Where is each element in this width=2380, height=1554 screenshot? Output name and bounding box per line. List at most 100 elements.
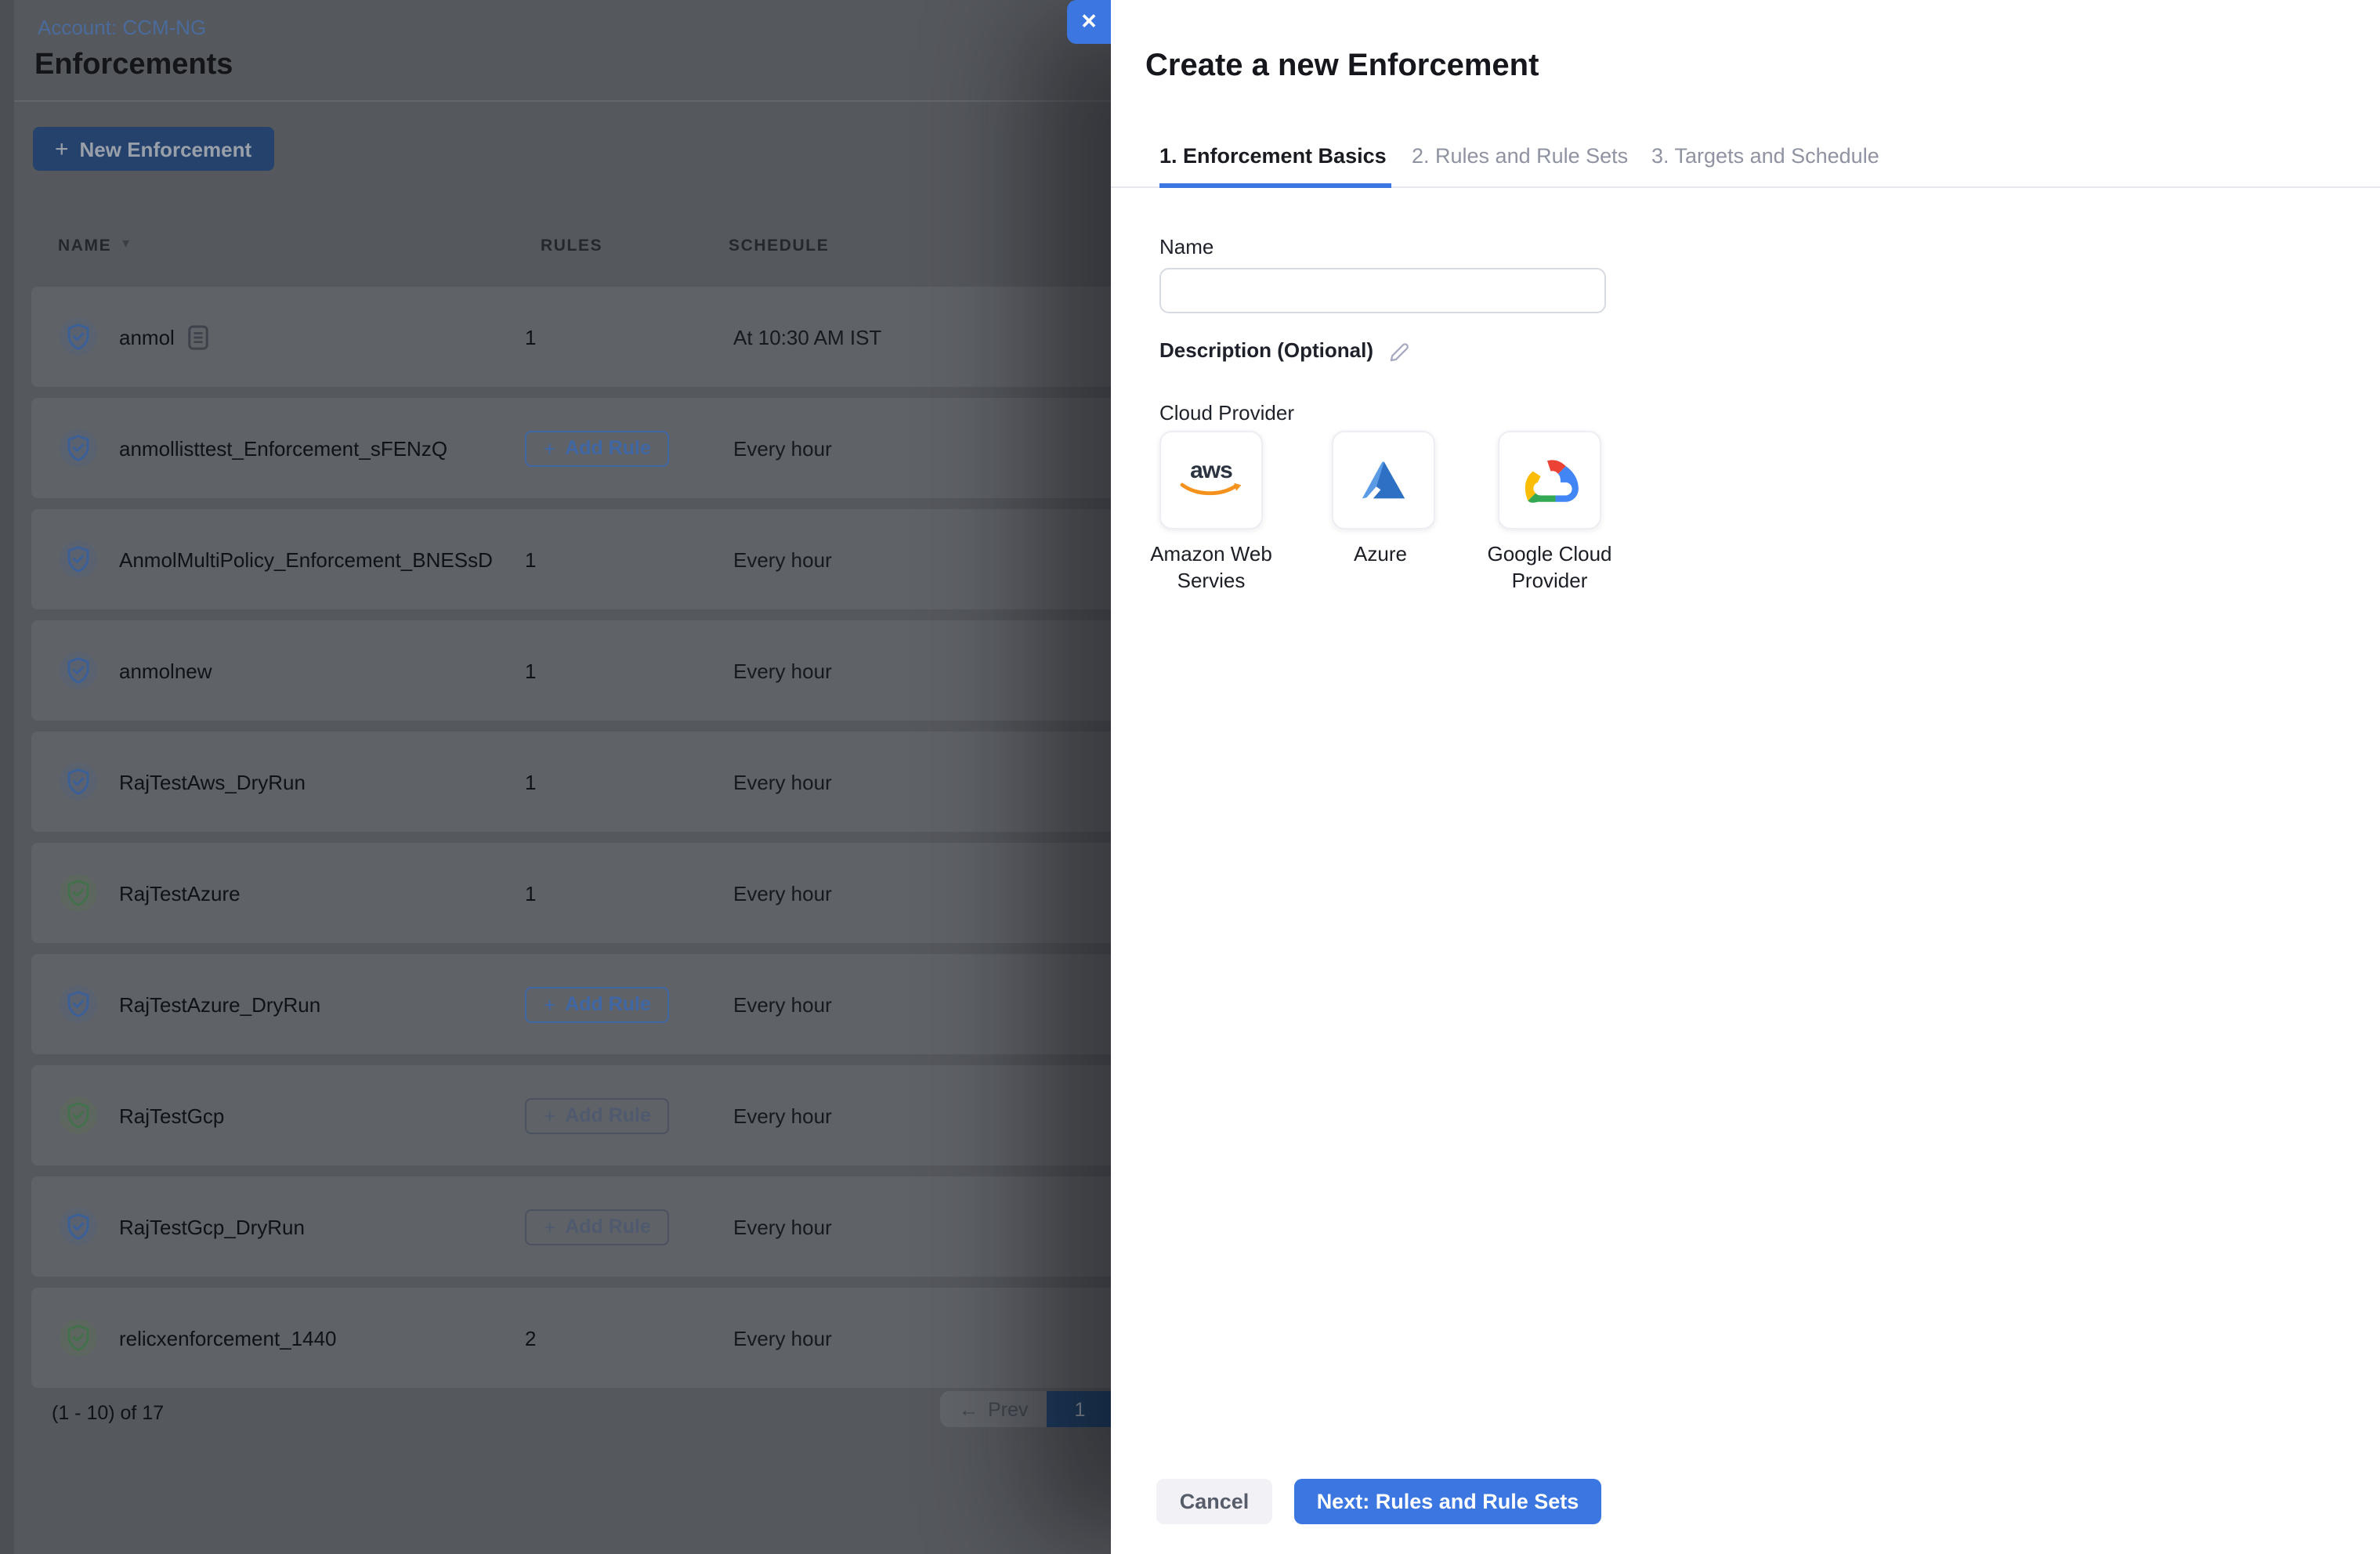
description-label: Description (Optional)	[1159, 338, 1373, 362]
table-row[interactable]: relicxenforcement_1440 2 Every hour	[31, 1288, 1191, 1388]
provider-card-gcp[interactable]	[1498, 431, 1601, 529]
edit-pencil-icon[interactable]	[1387, 338, 1409, 362]
schedule-text: Every hour	[733, 548, 832, 571]
table-row[interactable]: RajTestAzure 1 Every hour	[31, 843, 1191, 943]
schedule-text: Every hour	[733, 992, 832, 1016]
rules-count: 1	[525, 659, 537, 682]
table-row[interactable]: AnmolMultiPolicy_Enforcement_BNESsD 1 Ev…	[31, 509, 1191, 609]
add-rule-button[interactable]: + Add Rule	[525, 1209, 670, 1245]
shield-check-icon	[60, 318, 97, 356]
shield-check-icon	[60, 1097, 97, 1134]
prev-page-button[interactable]: ← Prev	[940, 1391, 1047, 1427]
rules-count: 1	[525, 770, 537, 793]
description-tooltip-icon[interactable]	[187, 323, 211, 350]
plus-icon: +	[55, 136, 69, 162]
table-row[interactable]: RajTestAws_DryRun 1 Every hour	[31, 732, 1191, 832]
aws-smile-arrow	[1180, 482, 1242, 496]
provider-label-gcp: Google Cloud Provider	[1487, 542, 1612, 592]
add-rule-label: Add Rule	[565, 1216, 651, 1238]
enforcement-name[interactable]: RajTestGcp	[119, 1104, 224, 1127]
aws-logo-icon: aws	[1180, 457, 1242, 500]
screen: Account: CCM-NG Enforcements + New Enfor…	[0, 0, 2380, 1554]
sort-caret-icon[interactable]: ▾	[122, 235, 131, 252]
rules-count: 1	[525, 325, 537, 349]
new-enforcement-button-label: New Enforcement	[79, 137, 252, 161]
column-header-schedule: SCHEDULE	[729, 237, 830, 255]
provider-card-aws[interactable]: aws	[1159, 431, 1263, 529]
next-button[interactable]: Next: Rules and Rule Sets	[1294, 1479, 1601, 1524]
schedule-text: At 10:30 AM IST	[733, 325, 882, 349]
provider-label-aws: Amazon Web Servies	[1150, 542, 1272, 592]
enforcement-table: anmol 1 At 10:30 AM IST anmollisttest_En…	[31, 287, 1191, 1388]
shield-check-icon	[60, 429, 97, 467]
rules-count: 2	[525, 1326, 537, 1350]
page-1-button[interactable]: 1	[1047, 1391, 1113, 1427]
aws-logo-text: aws	[1190, 457, 1233, 484]
column-header-name[interactable]: NAME	[58, 237, 111, 255]
tab-enforcement-basics[interactable]: 1. Enforcement Basics	[1159, 144, 1387, 168]
new-enforcement-button[interactable]: + New Enforcement	[33, 127, 274, 171]
rules-count: 1	[525, 881, 537, 905]
add-rule-button[interactable]: + Add Rule	[525, 430, 670, 466]
drawer-title: Create a new Enforcement	[1145, 49, 1539, 83]
arrow-left-icon: ←	[959, 1398, 978, 1420]
shield-check-icon	[60, 763, 97, 800]
schedule-text: Every hour	[733, 436, 832, 460]
enforcement-name[interactable]: relicxenforcement_1440	[119, 1326, 337, 1350]
plus-icon: +	[544, 1104, 556, 1127]
add-rule-button[interactable]: + Add Rule	[525, 986, 670, 1022]
schedule-text: Every hour	[733, 1326, 832, 1350]
tab-targets-and-schedule[interactable]: 3. Targets and Schedule	[1651, 144, 1879, 168]
breadcrumb-account-link[interactable]: Account: CCM-NG	[38, 16, 206, 39]
table-row[interactable]: anmolnew 1 Every hour	[31, 620, 1191, 721]
page-title: Enforcements	[34, 49, 233, 81]
enforcement-name[interactable]: anmollisttest_Enforcement_sFENzQ	[119, 436, 447, 460]
table-row[interactable]: anmollisttest_Enforcement_sFENzQ + Add R…	[31, 398, 1191, 498]
column-header-rules: RULES	[541, 237, 603, 255]
provider-card-azure[interactable]	[1332, 431, 1435, 529]
shield-check-icon	[60, 1319, 97, 1357]
schedule-text: Every hour	[733, 659, 832, 682]
add-rule-label: Add Rule	[565, 993, 651, 1015]
schedule-text: Every hour	[733, 770, 832, 793]
add-rule-label: Add Rule	[565, 1104, 651, 1126]
add-rule-button[interactable]: + Add Rule	[525, 1097, 670, 1133]
table-row[interactable]: RajTestGcp_DryRun + Add Rule Every hour	[31, 1176, 1191, 1277]
name-input[interactable]	[1159, 268, 1606, 313]
add-rule-label: Add Rule	[565, 437, 651, 459]
nav-rail	[0, 0, 14, 1554]
name-label: Name	[1159, 235, 1214, 258]
shield-check-icon	[60, 652, 97, 689]
schedule-text: Every hour	[733, 1104, 832, 1127]
enforcement-name[interactable]: anmol	[119, 325, 175, 349]
table-row[interactable]: anmol 1 At 10:30 AM IST	[31, 287, 1191, 387]
enforcement-name[interactable]: AnmolMultiPolicy_Enforcement_BNESsD	[119, 548, 493, 571]
pagination-range: (1 - 10) of 17	[52, 1402, 165, 1424]
plus-icon: +	[544, 992, 556, 1016]
provider-label-azure: Azure	[1354, 542, 1407, 566]
cloud-provider-label: Cloud Provider	[1159, 401, 1294, 425]
schedule-text: Every hour	[733, 881, 832, 905]
plus-icon: +	[544, 436, 556, 460]
shield-check-icon	[60, 1208, 97, 1245]
create-enforcement-drawer: ✕ Create a new Enforcement 1. Enforcemen…	[1067, 0, 2380, 1554]
prev-label: Prev	[988, 1398, 1029, 1420]
schedule-text: Every hour	[733, 1215, 832, 1238]
table-row[interactable]: RajTestGcp + Add Rule Every hour	[31, 1065, 1191, 1166]
enforcement-name[interactable]: RajTestGcp_DryRun	[119, 1215, 305, 1238]
table-header-row: NAME ▾ RULES SCHEDULE	[31, 233, 1191, 265]
cancel-button[interactable]: Cancel	[1156, 1479, 1272, 1524]
enforcement-name[interactable]: anmolnew	[119, 659, 212, 682]
tab-rules-and-rule-sets[interactable]: 2. Rules and Rule Sets	[1412, 144, 1628, 168]
wizard-tabs: 1. Enforcement Basics 2. Rules and Rule …	[1111, 135, 2380, 188]
enforcement-name[interactable]: RajTestAws_DryRun	[119, 770, 306, 793]
shield-check-icon	[60, 874, 97, 912]
plus-icon: +	[544, 1215, 556, 1238]
shield-check-icon	[60, 540, 97, 578]
gcp-logo-icon	[1525, 459, 1579, 502]
table-row[interactable]: RajTestAzure_DryRun + Add Rule Every hou…	[31, 954, 1191, 1054]
close-icon[interactable]: ✕	[1067, 0, 1111, 44]
enforcement-name[interactable]: RajTestAzure_DryRun	[119, 992, 320, 1016]
description-row: Description (Optional)	[1159, 338, 1409, 362]
enforcement-name[interactable]: RajTestAzure	[119, 881, 241, 905]
